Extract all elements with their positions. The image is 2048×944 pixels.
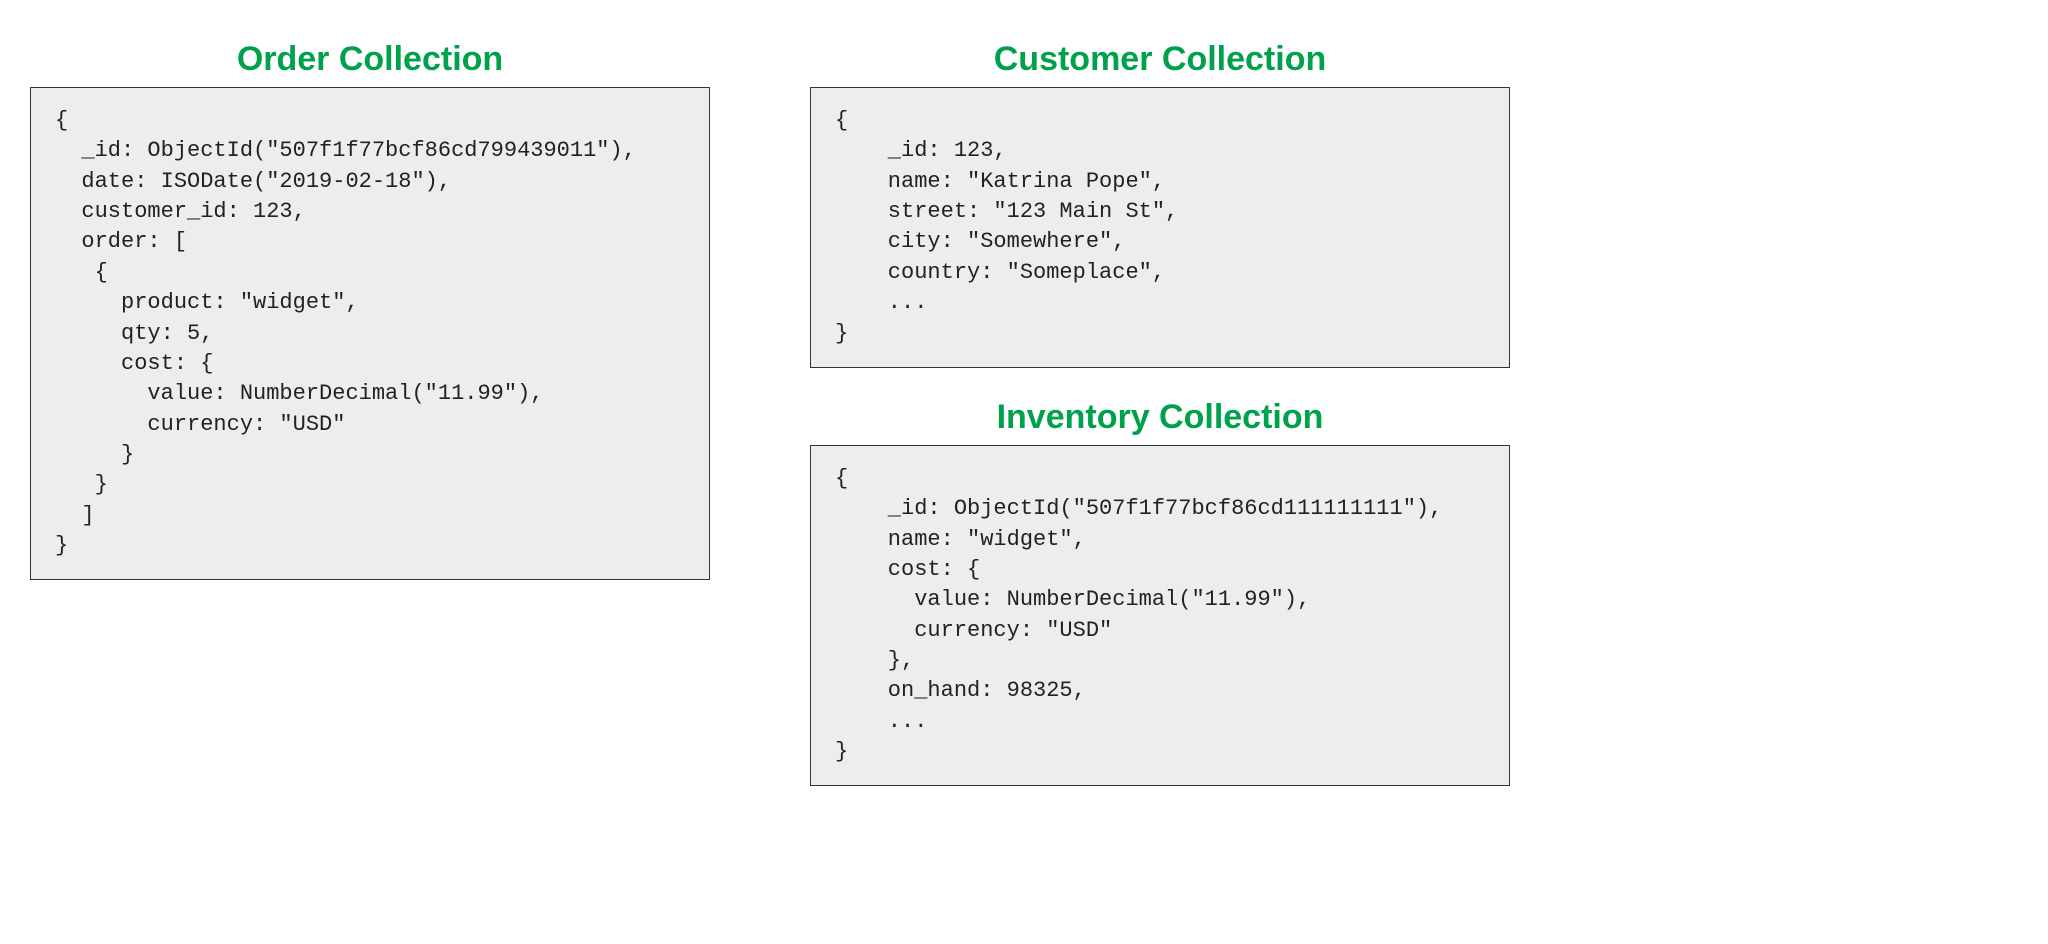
right-column: Customer Collection { _id: 123, name: "K… xyxy=(810,40,1510,786)
customer-title: Customer Collection xyxy=(810,40,1510,79)
diagram-container: Order Collection { _id: ObjectId("507f1f… xyxy=(0,0,2048,826)
customer-code-box: { _id: 123, name: "Katrina Pope", street… xyxy=(810,87,1510,368)
order-title: Order Collection xyxy=(30,40,710,79)
left-column: Order Collection { _id: ObjectId("507f1f… xyxy=(30,40,710,786)
inventory-code: { _id: ObjectId("507f1f77bcf86cd11111111… xyxy=(835,464,1485,768)
customer-section: Customer Collection { _id: 123, name: "K… xyxy=(810,40,1510,368)
inventory-title: Inventory Collection xyxy=(810,398,1510,437)
order-code-box: { _id: ObjectId("507f1f77bcf86cd79943901… xyxy=(30,87,710,580)
customer-code: { _id: 123, name: "Katrina Pope", street… xyxy=(835,106,1485,349)
order-code: { _id: ObjectId("507f1f77bcf86cd79943901… xyxy=(55,106,685,561)
inventory-section: Inventory Collection { _id: ObjectId("50… xyxy=(810,398,1510,787)
inventory-code-box: { _id: ObjectId("507f1f77bcf86cd11111111… xyxy=(810,445,1510,787)
